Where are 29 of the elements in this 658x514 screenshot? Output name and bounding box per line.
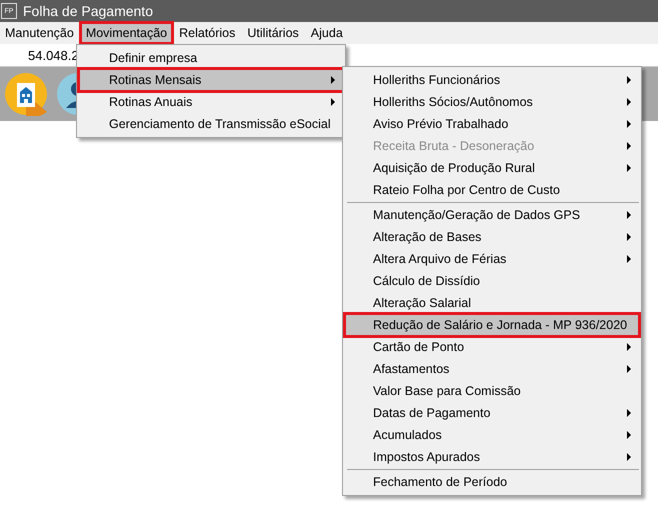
- menu-bar-item[interactable]: Relatórios: [174, 23, 240, 43]
- menu-item[interactable]: Alteração Salarial: [345, 292, 639, 314]
- menu-item[interactable]: Rotinas Anuais: [79, 91, 343, 113]
- menu-item[interactable]: Gerenciamento de Transmissão eSocial: [79, 113, 343, 135]
- menu-item[interactable]: Redução de Salário e Jornada - MP 936/2020: [345, 314, 639, 336]
- menu-item[interactable]: Datas de Pagamento: [345, 402, 639, 424]
- building-icon[interactable]: [4, 72, 48, 116]
- menu-item[interactable]: Cartão de Ponto: [345, 336, 639, 358]
- menu-item[interactable]: Acumulados: [345, 424, 639, 446]
- menu-item[interactable]: Holleriths Sócios/Autônomos: [345, 91, 639, 113]
- menu-bar-item[interactable]: Ajuda: [306, 23, 348, 43]
- menu-item[interactable]: Rateio Folha por Centro de Custo: [345, 179, 639, 201]
- menu-item[interactable]: Fechamento de Período: [345, 471, 639, 493]
- menu-item[interactable]: Aquisição de Produção Rural: [345, 157, 639, 179]
- menu-item[interactable]: Valor Base para Comissão: [345, 380, 639, 402]
- menu-bar-item[interactable]: Utilitários: [242, 23, 304, 43]
- menu-bar-item[interactable]: Manutenção: [0, 23, 79, 43]
- menu-item[interactable]: Cálculo de Dissídio: [345, 270, 639, 292]
- menu-bar-item[interactable]: Movimentação: [80, 23, 172, 43]
- menu-item[interactable]: Afastamentos: [345, 358, 639, 380]
- window-title: Folha de Pagamento: [23, 3, 153, 19]
- menu-item[interactable]: Impostos Apurados: [345, 446, 639, 468]
- menu-item[interactable]: Alteração de Bases: [345, 226, 639, 248]
- menu-item[interactable]: Aviso Prévio Trabalhado: [345, 113, 639, 135]
- menu-item[interactable]: Manutenção/Geração de Dados GPS: [345, 204, 639, 226]
- menu-item[interactable]: Holleriths Funcionários: [345, 69, 639, 91]
- menu-item[interactable]: Rotinas Mensais: [79, 69, 343, 91]
- menu-item[interactable]: Altera Arquivo de Férias: [345, 248, 639, 270]
- menu-item[interactable]: Definir empresa: [79, 47, 343, 69]
